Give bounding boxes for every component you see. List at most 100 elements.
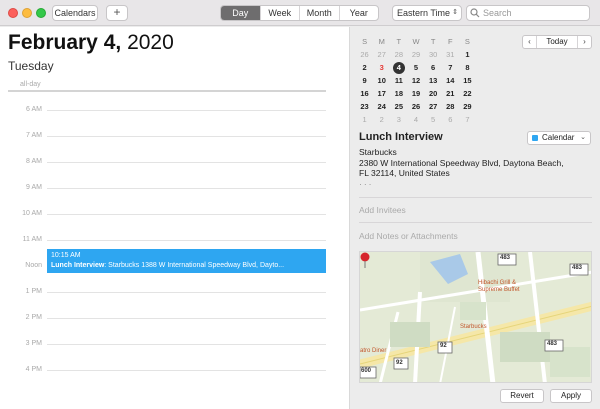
mini-calendar-day[interactable]: 6 — [442, 113, 459, 126]
calendar-event[interactable]: 10:15 AM Lunch Interview: Starbucks 1388… — [47, 249, 326, 273]
map-label-starbucks: Starbucks — [460, 324, 487, 330]
hour-label: 9 AM — [26, 184, 42, 191]
divider — [359, 222, 592, 223]
timezone-select[interactable]: Eastern Time ⇕ — [392, 5, 462, 21]
chevron-down-icon: ⌄ — [580, 134, 586, 141]
mini-calendar-day[interactable]: 21 — [442, 87, 459, 100]
apply-button[interactable]: Apply — [550, 389, 592, 403]
mini-calendar-day[interactable]: 2 — [373, 113, 390, 126]
hour-line — [47, 136, 326, 137]
search-input[interactable]: Search — [466, 5, 590, 21]
event-location[interactable]: Starbucks 2380 W International Speedway … — [359, 147, 595, 189]
mini-calendar-day[interactable]: 11 — [390, 74, 407, 87]
mini-calendar-day[interactable]: 1 — [356, 113, 373, 126]
mini-calendar-day[interactable]: 26 — [407, 100, 424, 113]
weekday-header: S — [464, 37, 470, 46]
ellipsis-icon: ··· — [359, 178, 374, 189]
mini-calendar-week: 16 17 18 19 20 21 22 — [356, 87, 476, 100]
mini-calendar-day[interactable]: 30 — [425, 48, 442, 61]
mini-calendar-day[interactable]: 4 — [390, 61, 407, 74]
hour-label: 10 AM — [22, 210, 42, 217]
location-address-line2: FL 32114, United States — [359, 168, 450, 178]
divider — [359, 197, 592, 198]
mini-calendar-day[interactable]: 19 — [407, 87, 424, 100]
window-close-button[interactable] — [8, 8, 18, 18]
map-shield: 600 — [361, 368, 372, 374]
mini-calendar-day[interactable]: 27 — [425, 100, 442, 113]
mini-calendar-day[interactable]: 23 — [356, 100, 373, 113]
mini-calendar-day[interactable]: 24 — [373, 100, 390, 113]
revert-button[interactable]: Revert — [500, 389, 544, 403]
search-icon — [470, 8, 480, 18]
mini-calendar-day[interactable]: 1 — [459, 48, 476, 61]
hour-label: Noon — [25, 262, 42, 269]
hour-label: 11 AM — [22, 236, 42, 243]
location-address-line1: 2380 W International Speedway Blvd, Dayt… — [359, 157, 564, 168]
add-event-button[interactable]: + — [106, 5, 128, 21]
tab-year[interactable]: Year — [340, 6, 379, 20]
weekday-header: S — [362, 37, 368, 46]
mini-calendar-day[interactable]: 7 — [442, 61, 459, 74]
map-shield: 483 — [500, 255, 511, 261]
mini-calendar-week: 1234567 — [356, 113, 476, 126]
tab-month[interactable]: Month — [300, 6, 340, 20]
mini-calendar-day[interactable]: 12 — [407, 74, 424, 87]
mini-calendar-day[interactable]: 26 — [356, 48, 373, 61]
mini-calendar-day[interactable]: 20 — [425, 87, 442, 100]
mini-calendar-day[interactable]: 28 — [442, 100, 459, 113]
mini-calendar-day[interactable]: 2 — [356, 61, 373, 74]
weekday-header: T — [430, 37, 436, 46]
mini-calendar-day[interactable]: 4 — [407, 113, 424, 126]
mini-calendar-day[interactable]: 25 — [390, 100, 407, 113]
mini-calendar-day[interactable]: 18 — [390, 87, 407, 100]
event-title: Lunch Interview — [51, 262, 105, 269]
mini-calendar-day[interactable]: 17 — [373, 87, 390, 100]
tab-day[interactable]: Day — [221, 6, 261, 20]
weekday-header: T — [396, 37, 402, 46]
chevron-left-icon[interactable]: ‹ — [523, 36, 536, 48]
mini-calendar-day[interactable]: 6 — [425, 61, 442, 74]
mini-calendar-week: 2345678 — [356, 61, 476, 74]
mini-calendar-day[interactable]: 29 — [459, 100, 476, 113]
mini-calendar-day[interactable]: 22 — [459, 87, 476, 100]
mini-calendar-day[interactable]: 13 — [425, 74, 442, 87]
mini-calendar-day[interactable]: 9 — [356, 74, 373, 87]
inspector-event-title[interactable]: Lunch Interview — [359, 131, 443, 143]
map-graphic — [360, 252, 591, 382]
mini-calendar-day[interactable]: 3 — [390, 113, 407, 126]
window-zoom-button[interactable] — [36, 8, 46, 18]
hour-line — [47, 318, 326, 319]
location-map[interactable]: 483 483 92 92 600 483 Hibachi Grill & Su… — [359, 251, 592, 383]
mini-calendar-day[interactable]: 29 — [407, 48, 424, 61]
mini-calendar-day[interactable]: 15 — [459, 74, 476, 87]
today-button[interactable]: Today — [536, 36, 578, 48]
weekday-header: F — [447, 37, 453, 46]
mini-calendar-day[interactable]: 3 — [373, 61, 390, 74]
add-notes-field[interactable]: Add Notes or Attachments — [359, 231, 458, 241]
tab-week[interactable]: Week — [261, 6, 300, 20]
mini-calendar-day[interactable]: 10 — [373, 74, 390, 87]
hour-line — [47, 370, 326, 371]
mini-calendar-day[interactable]: 28 — [390, 48, 407, 61]
calendar-select[interactable]: Calendar ⌄ — [527, 131, 591, 145]
mini-calendar-day[interactable]: 8 — [459, 61, 476, 74]
chevron-right-icon[interactable]: › — [578, 36, 591, 48]
mini-calendar-day[interactable]: 16 — [356, 87, 373, 100]
mini-calendar-day[interactable]: 14 — [442, 74, 459, 87]
all-day-row[interactable]: all-day — [8, 77, 326, 92]
mini-calendar-day[interactable]: 27 — [373, 48, 390, 61]
mini-calendar-day[interactable]: 31 — [442, 48, 459, 61]
map-label-diner: atro Diner — [360, 348, 387, 354]
view-switcher: Day Week Month Year — [220, 5, 379, 21]
hour-line — [47, 344, 326, 345]
add-invitees-field[interactable]: Add Invitees — [359, 205, 406, 215]
hour-label: 8 AM — [26, 158, 42, 165]
mini-calendar-day[interactable]: 5 — [407, 61, 424, 74]
mini-calendar-week: 26 27 28 29 30 31 1 — [356, 48, 476, 61]
weekday-header: M — [378, 37, 385, 46]
window-minimize-button[interactable] — [22, 8, 32, 18]
calendars-button[interactable]: Calendars — [52, 5, 98, 21]
page-title: February 4, 2020 — [8, 31, 174, 55]
mini-calendar-day[interactable]: 5 — [425, 113, 442, 126]
mini-calendar-day[interactable]: 7 — [459, 113, 476, 126]
